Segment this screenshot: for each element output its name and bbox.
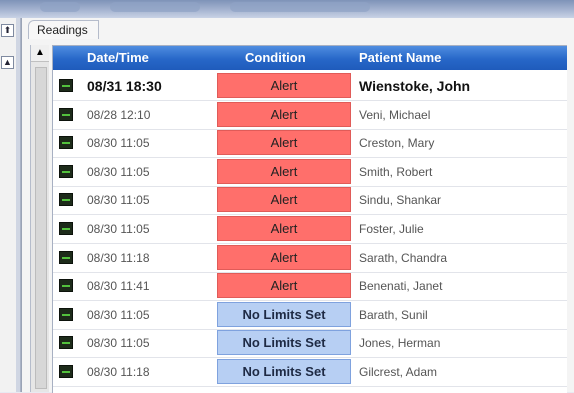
column-header-condition[interactable]: Condition: [245, 50, 306, 65]
cell-condition-badge: No Limits Set: [217, 330, 351, 356]
toolbar-decor: [230, 2, 370, 12]
cell-patient-name: Gilcrest, Adam: [359, 365, 438, 379]
cell-condition-badge: Alert: [217, 273, 351, 299]
monitor-icon: [59, 193, 73, 207]
table-row[interactable]: 08/30 11:18 Alert Sarath, Chandra: [53, 244, 567, 273]
cell-patient-name: Creston, Mary: [359, 136, 435, 151]
monitor-icon: [59, 307, 73, 321]
table-row[interactable]: 08/30 11:05 No Limits Set Barath, Sunil: [53, 301, 567, 330]
monitor-icon: [59, 222, 73, 235]
column-header-datetime[interactable]: Date/Time: [87, 50, 149, 65]
toolbar-decor: [110, 2, 200, 12]
cell-condition-badge: No Limits Set: [217, 359, 351, 384]
pin-icon[interactable]: ⬆: [1, 24, 14, 37]
table-row[interactable]: 08/30 11:05 No Limits Set Jones, Herman: [53, 329, 567, 359]
top-toolbar-strip: [0, 0, 574, 18]
tab-readings[interactable]: Readings: [28, 20, 99, 39]
cell-patient-name: Wienstoke, John: [359, 78, 471, 94]
cell-patient-name: Smith, Robert: [359, 164, 433, 179]
cell-condition-badge: Alert: [217, 130, 351, 156]
cell-patient-name: Benenati, Janet: [359, 279, 443, 294]
cell-patient-name: Foster, Julie: [359, 222, 424, 236]
cell-datetime: 08/31 18:30: [87, 78, 162, 94]
cell-datetime: 08/30 11:05: [87, 336, 150, 351]
monitor-icon: [59, 107, 73, 121]
table-row[interactable]: 08/30 11:05 Alert Foster, Julie: [53, 215, 567, 244]
scrollbar-thumb[interactable]: [35, 67, 47, 389]
cell-condition-badge: Alert: [217, 73, 351, 98]
cell-condition-badge: No Limits Set: [217, 301, 351, 327]
left-toolbar: ⬆ ▲: [0, 18, 17, 392]
table-row[interactable]: 08/30 11:41 Alert Benenati, Janet: [53, 272, 567, 302]
cell-datetime: 08/30 11:05: [87, 222, 150, 236]
cell-datetime: 08/30 11:05: [87, 136, 150, 151]
cell-patient-name: Sarath, Chandra: [359, 250, 448, 265]
cell-condition-badge: Alert: [217, 101, 351, 127]
cell-condition-badge: Alert: [217, 187, 351, 213]
table-row[interactable]: 08/30 11:18 No Limits Set Gilcrest, Adam: [53, 358, 567, 387]
cell-patient-name: Veni, Michael: [359, 107, 431, 122]
table-row[interactable]: 08/31 18:30 Alert Wienstoke, John: [53, 72, 567, 101]
column-header-patient-name[interactable]: Patient Name: [359, 50, 441, 65]
readings-table: Date/Time Condition Patient Name 08/31 1…: [52, 45, 567, 393]
monitor-icon: [59, 250, 73, 264]
monitor-icon: [59, 365, 73, 378]
cell-patient-name: Sindu, Shankar: [359, 193, 442, 208]
cell-datetime: 08/28 12:10: [87, 107, 151, 122]
monitor-icon: [59, 336, 73, 350]
table-row[interactable]: 08/30 11:05 Alert Smith, Robert: [53, 158, 567, 187]
table-row[interactable]: 08/28 12:10 Alert Veni, Michael: [53, 101, 567, 130]
cell-condition-badge: Alert: [217, 158, 351, 184]
cell-datetime: 08/30 11:18: [87, 365, 150, 379]
table-row[interactable]: 08/30 11:05 Alert Creston, Mary: [53, 129, 567, 159]
table-header: Date/Time Condition Patient Name: [53, 46, 567, 70]
scroll-up-icon[interactable]: ▲: [31, 45, 49, 62]
vertical-scrollbar[interactable]: ▲: [30, 45, 49, 392]
monitor-icon: [59, 164, 73, 178]
cell-datetime: 08/30 11:18: [87, 250, 150, 265]
cell-datetime: 08/30 11:05: [87, 307, 150, 322]
cell-condition-badge: Alert: [217, 216, 351, 241]
toolbar-decor: [40, 2, 80, 12]
cell-patient-name: Jones, Herman: [359, 336, 441, 351]
arrow-up-icon[interactable]: ▲: [1, 56, 14, 69]
monitor-icon: [59, 136, 73, 150]
cell-patient-name: Barath, Sunil: [359, 307, 428, 322]
cell-datetime: 08/30 11:05: [87, 193, 150, 208]
monitor-icon: [59, 279, 73, 293]
cell-datetime: 08/30 11:41: [87, 279, 150, 294]
table-row[interactable]: 08/30 11:05 Alert Sindu, Shankar: [53, 186, 567, 216]
cell-datetime: 08/30 11:05: [87, 164, 150, 179]
cell-condition-badge: Alert: [217, 244, 351, 270]
monitor-icon: [59, 79, 73, 92]
